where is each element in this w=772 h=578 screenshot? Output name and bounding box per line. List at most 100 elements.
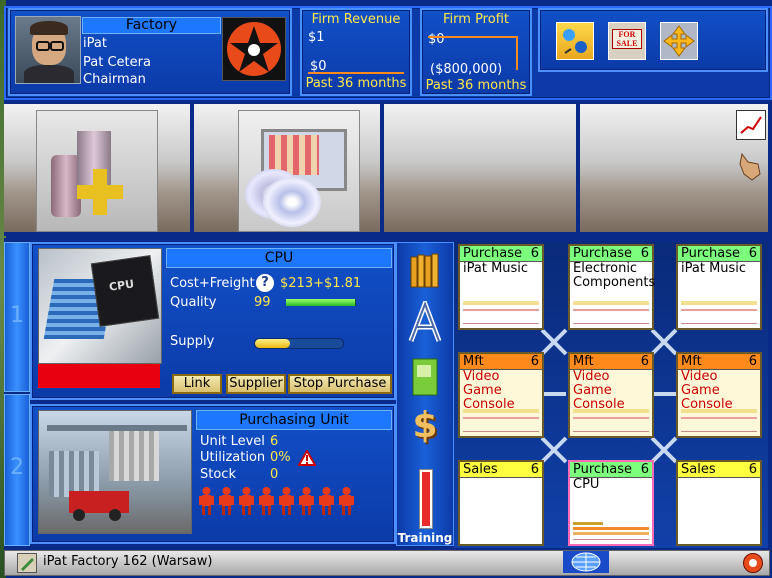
book-icon[interactable]: [409, 355, 441, 399]
actions-panel: FOR SALE: [538, 8, 768, 72]
profit-panel[interactable]: Firm Profit $0 ($800,000) Past 36 months: [420, 8, 532, 96]
unit-card-label: Video Game Console: [463, 369, 515, 412]
unit-card-header: Sales 6: [678, 462, 760, 478]
profit-drop-line: [516, 36, 518, 70]
unit-card-level: 6: [748, 354, 757, 369]
unit-card[interactable]: Purchase 6 Electronic Components: [568, 244, 656, 330]
strip-slot-4[interactable]: [580, 104, 768, 232]
avatar-transfer-icon[interactable]: [556, 22, 594, 60]
person-name: Pat Cetera: [83, 55, 151, 70]
chairman-panel: Factory iPat Pat Cetera Chairman: [8, 8, 292, 96]
move-arrows-icon[interactable]: [660, 22, 698, 60]
unit-card-header: Purchase 6: [570, 246, 652, 262]
hand-pointer-icon[interactable]: [736, 148, 764, 182]
chart-icon[interactable]: [736, 110, 766, 140]
revenue-panel[interactable]: Firm Revenue $1 $0 Past 36 months: [300, 8, 412, 96]
unit-card[interactable]: Purchase 6 iPat Music: [458, 244, 544, 330]
unit-card-type: Sales: [681, 462, 716, 477]
for-sale-text: FOR SALE: [612, 29, 642, 49]
unit-card-type: Purchase: [463, 246, 523, 261]
factory-strip: [4, 100, 768, 236]
globe-icon[interactable]: [563, 551, 609, 573]
unit-card-level: 6: [530, 462, 539, 477]
books-icon[interactable]: [409, 251, 441, 289]
warning-icon[interactable]: [297, 448, 317, 466]
cost-value: $213+$1.81: [280, 276, 362, 291]
profit-period: Past 36 months: [425, 78, 527, 93]
unit1-panel: CPU CPU Cost+Freight ? $213+$1.81 Qualit…: [30, 242, 396, 400]
unit-card-bars: [463, 301, 539, 324]
side-tab-1[interactable]: 1: [4, 242, 30, 392]
unit-card[interactable]: Sales 6: [676, 460, 762, 546]
unit-card-label: CPU: [573, 477, 600, 492]
revenue-line: [308, 72, 404, 74]
worker-icon: [298, 486, 315, 518]
profit-bottom: ($800,000): [430, 62, 503, 77]
strip-slot-1[interactable]: [4, 104, 190, 232]
unit-level-label: Unit Level: [200, 434, 265, 449]
strip-slot-3[interactable]: [384, 104, 576, 232]
link-button-label: Link: [183, 376, 211, 391]
supplier-button-label: Supplier: [229, 376, 283, 391]
unit-card[interactable]: Mft 6 Video Game Console: [568, 352, 654, 438]
edit-icon[interactable]: [17, 553, 37, 573]
factory-label: Factory: [82, 17, 221, 34]
supplier-button[interactable]: Supplier: [226, 374, 286, 394]
unit-card-type: Purchase: [681, 246, 741, 261]
unit-card-label: iPat Music: [681, 261, 747, 276]
unit-card-type: Purchase: [573, 246, 633, 261]
chairman-portrait[interactable]: [15, 16, 81, 84]
warehouse-image: [38, 410, 192, 534]
mid-toolbar: $ Training: [396, 242, 454, 546]
unit-grid: Purchase 6 iPat Music Purchase 6 Electronic C…: [454, 242, 768, 548]
help-icon[interactable]: ?: [256, 274, 274, 292]
unit-card[interactable]: Purchase 6 CPU: [568, 460, 654, 546]
stop-purchase-button[interactable]: Stop Purchase: [288, 374, 392, 394]
unit-card-level: 6: [748, 462, 757, 477]
firm-logo[interactable]: [222, 17, 286, 81]
unit-card-label: Electronic Components: [573, 261, 656, 290]
unit-card-header: Mft 6: [678, 354, 760, 370]
person-title: Chairman: [83, 72, 146, 87]
letter-a-icon[interactable]: [407, 296, 443, 343]
for-sale-sign-icon[interactable]: FOR SALE: [608, 22, 646, 60]
unit2-panel: Purchasing Unit Unit Level 6 Utilization…: [30, 404, 396, 544]
worker-icon: [198, 486, 215, 518]
worker-row: [198, 486, 368, 518]
worker-icon: [238, 486, 255, 518]
unit-card[interactable]: Sales 6: [458, 460, 544, 546]
unit-card-type: Mft: [681, 354, 702, 369]
profit-top: $0: [428, 32, 445, 47]
side-tab-2-label: 2: [10, 455, 24, 480]
unit1-title: CPU: [166, 248, 392, 268]
manufacturing-unit-icon[interactable]: [36, 110, 158, 232]
side-tab-2[interactable]: 2: [4, 394, 30, 546]
dollar-icon[interactable]: $: [409, 405, 441, 447]
worker-icon: [218, 486, 235, 518]
unit-card[interactable]: Purchase 6 iPat Music: [676, 244, 762, 330]
training-label[interactable]: Training: [397, 531, 453, 545]
alert-icon[interactable]: [743, 553, 763, 573]
revenue-period: Past 36 months: [305, 76, 407, 91]
unit-card-level: 6: [640, 354, 649, 369]
link-button[interactable]: Link: [172, 374, 222, 394]
unit-card-header: Mft 6: [570, 354, 652, 370]
worker-icon: [338, 486, 355, 518]
cpu-image-redbar: [38, 364, 160, 388]
unit-card-bars: [573, 409, 649, 432]
unit-card[interactable]: Mft 6 Video Game Console: [676, 352, 762, 438]
unit-card[interactable]: Mft 6 Video Game Console: [458, 352, 544, 438]
unit-card-bars: [463, 409, 539, 432]
strip-slot-2[interactable]: [194, 104, 380, 232]
unit-card-level: 6: [640, 246, 649, 261]
unit-card-type: Purchase: [573, 462, 633, 477]
unit-level-value: 6: [270, 434, 279, 449]
purchasing-unit-icon[interactable]: [238, 110, 360, 232]
unit-card-label: Video Game Console: [573, 369, 625, 412]
worker-icon: [278, 486, 295, 518]
unit-card-header: Purchase 6: [678, 246, 760, 262]
stock-label: Stock: [200, 467, 236, 482]
unit2-title: Purchasing Unit: [196, 410, 392, 430]
stop-purchase-button-label: Stop Purchase: [293, 376, 387, 391]
unit-card-header: Purchase 6: [460, 246, 542, 262]
